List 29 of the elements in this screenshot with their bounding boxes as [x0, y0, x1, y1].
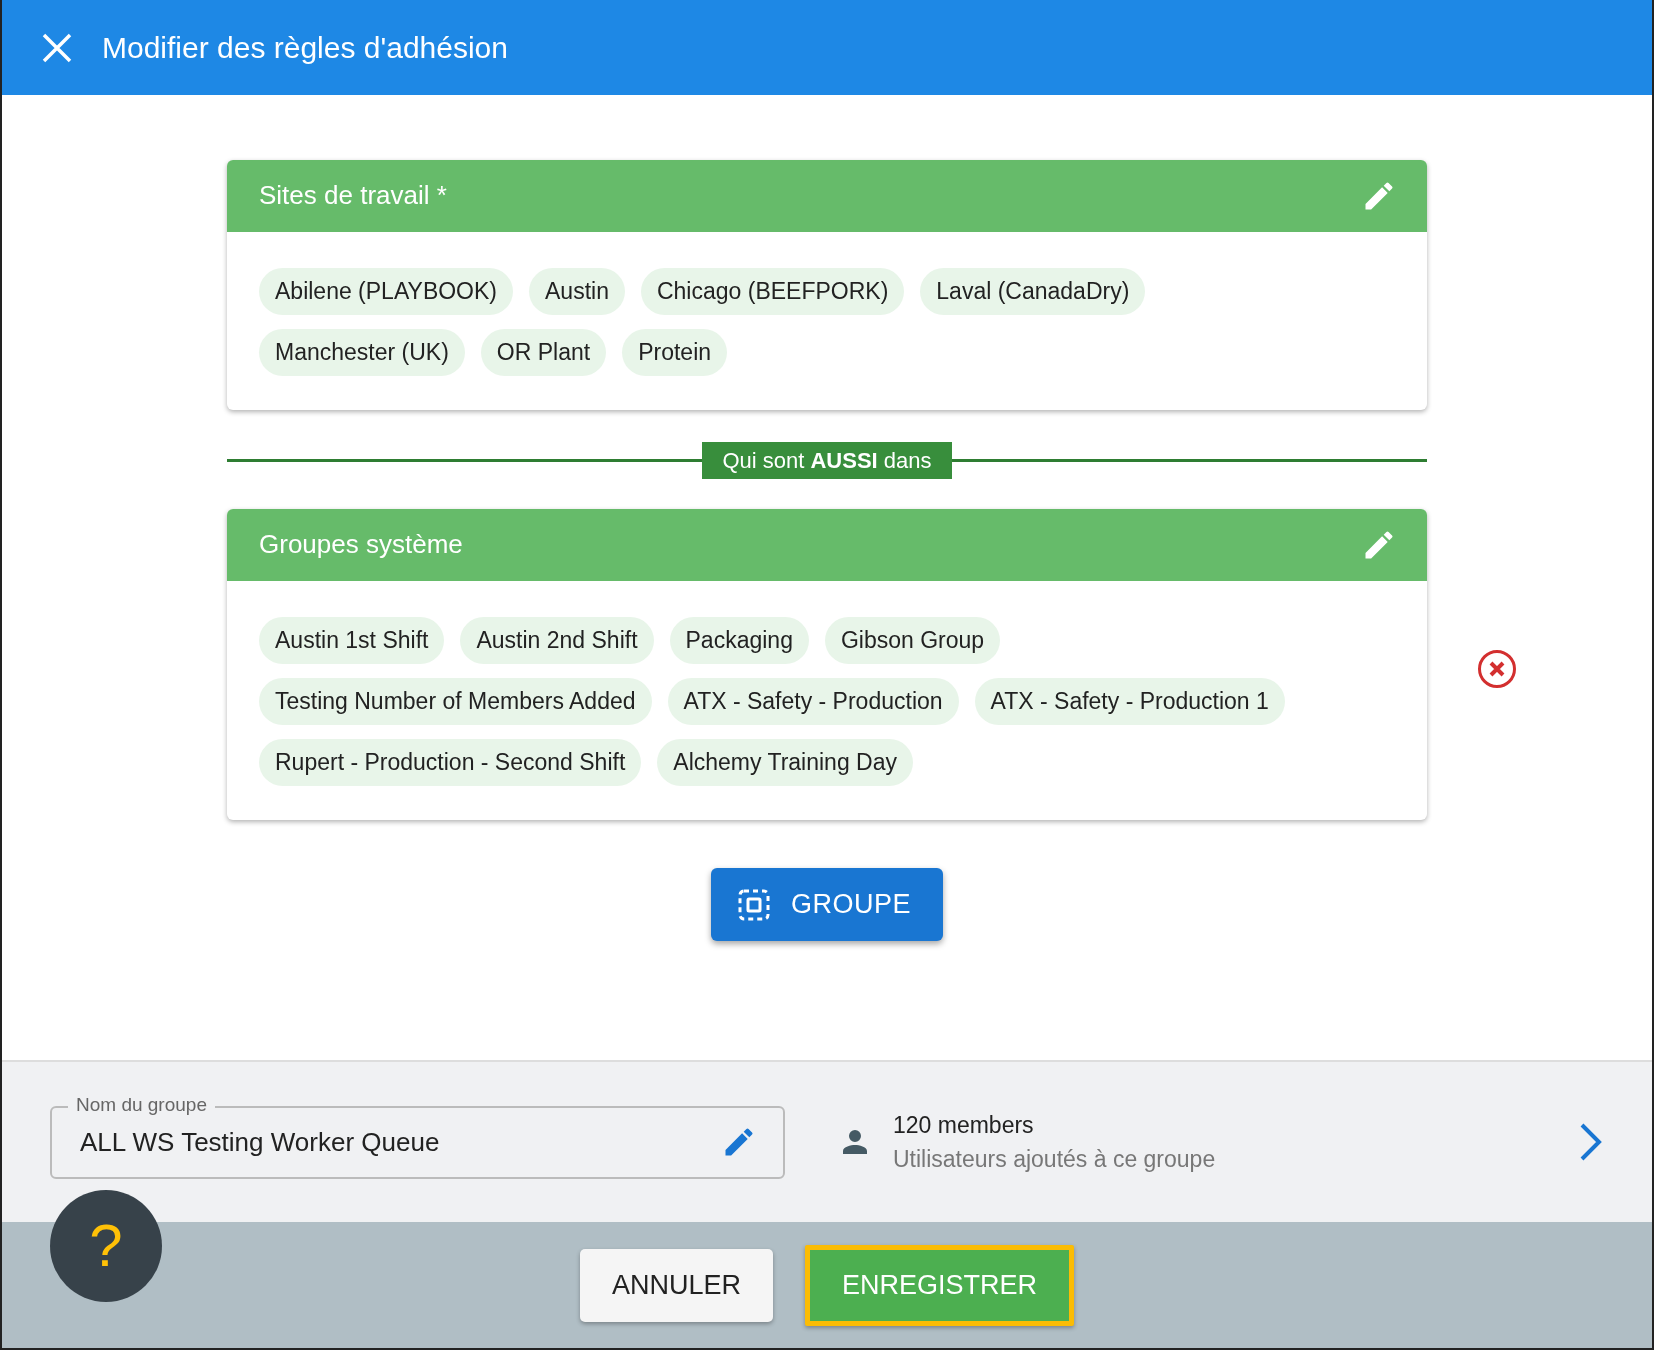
chip: ATX - Safety - Production	[667, 678, 959, 725]
chip: Rupert - Production - Second Shift	[259, 739, 642, 786]
section-title: Groupes système	[259, 529, 463, 561]
chip: OR Plant	[480, 329, 607, 376]
chip: Austin 2nd Shift	[460, 617, 654, 664]
chip: Gibson Group	[824, 617, 1001, 664]
chip: Manchester (UK)	[259, 329, 465, 376]
group-select-icon	[737, 887, 771, 922]
connector-label: Qui sont AUSSI dans	[702, 442, 952, 479]
chip: Packaging	[669, 617, 809, 664]
chip: Austin 1st Shift	[259, 617, 445, 664]
chip: ATX - Safety - Production 1	[974, 678, 1285, 725]
chip: Austin	[529, 268, 625, 315]
close-button[interactable]	[42, 32, 72, 63]
cancel-button[interactable]: ANNULER	[579, 1248, 773, 1322]
member-subtitle: Utilisateurs ajoutés à ce groupe	[893, 1145, 1216, 1174]
chip: Testing Number of Members Added	[259, 678, 652, 725]
chip: Protein	[622, 329, 728, 376]
dialog-title: Modifier des règles d'adhésion	[102, 29, 508, 66]
chip: Laval (CanadaDry)	[920, 268, 1146, 315]
remove-icon[interactable]	[1477, 649, 1517, 689]
chip: Alchemy Training Day	[657, 739, 913, 786]
help-button[interactable]: ?	[50, 1190, 162, 1302]
add-group-button[interactable]: GROUPE	[711, 868, 943, 941]
chip: Abilene (PLAYBOOK)	[259, 268, 513, 315]
chevron-right-icon[interactable]	[1578, 1122, 1604, 1162]
chip: Chicago (BEEFPORK)	[640, 268, 905, 315]
member-count: 120 members	[893, 1110, 1035, 1140]
section-title: Sites de travail *	[259, 180, 447, 212]
